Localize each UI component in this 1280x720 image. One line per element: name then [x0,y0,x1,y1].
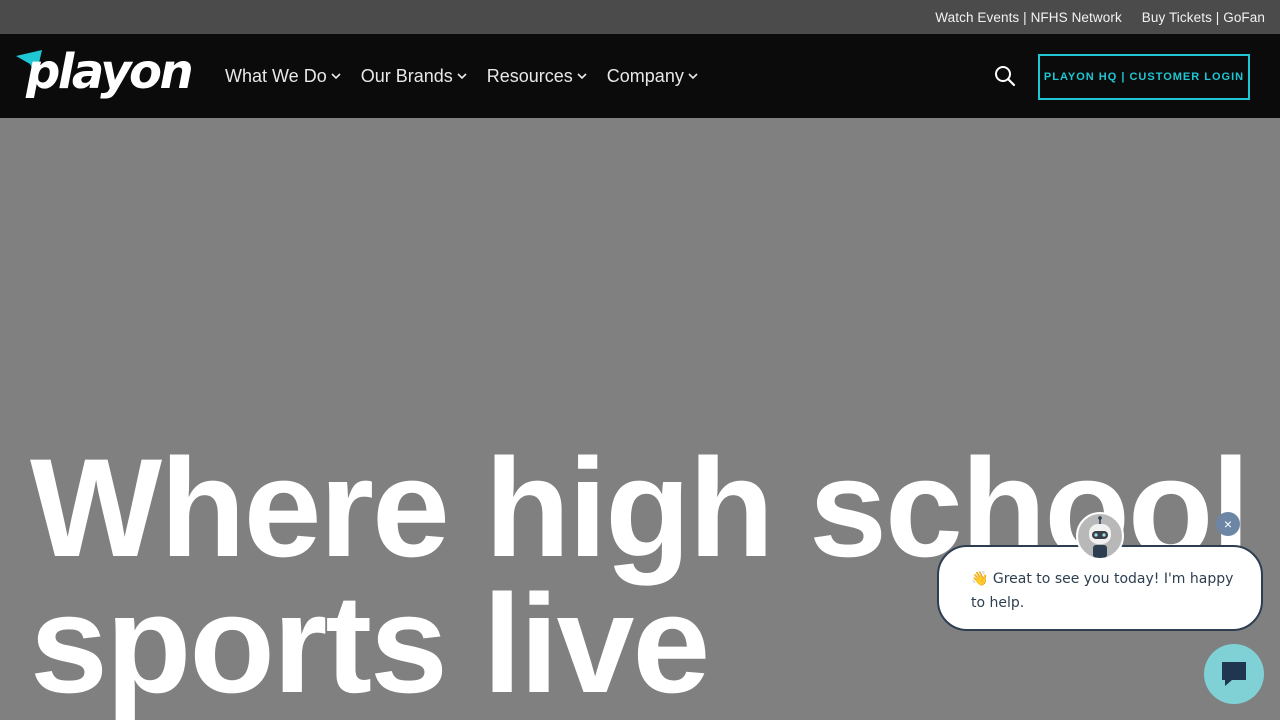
primary-menu: What We Do Our Brands Resources Company [225,34,718,118]
chat-launcher-button[interactable] [1204,644,1264,704]
chevron-down-icon [331,73,341,80]
bot-avatar [1076,512,1124,560]
menu-item-company[interactable]: Company [607,66,698,87]
chevron-down-icon [688,73,698,80]
chat-close-button[interactable]: × [1216,512,1240,536]
robot-icon [1089,516,1111,558]
menu-item-label: What We Do [225,65,327,86]
menu-item-label: Company [606,65,684,86]
logo-wordmark: playon [26,44,194,100]
search-icon[interactable] [994,65,1016,87]
buy-tickets-link[interactable]: Buy Tickets | GoFan [1142,10,1265,25]
menu-item-label: Resources [486,65,573,86]
chevron-down-icon [457,73,467,80]
chevron-down-icon [577,73,587,80]
utility-bar: Watch Events | NFHS Network Buy Tickets … [0,0,1280,34]
close-icon: × [1223,516,1233,532]
menu-item-our-brands[interactable]: Our Brands [361,66,467,87]
chat-icon [1222,662,1246,686]
menu-item-what-we-do[interactable]: What We Do [225,66,341,87]
watch-events-link[interactable]: Watch Events | NFHS Network [935,10,1122,25]
customer-login-button[interactable]: PLAYON HQ | CUSTOMER LOGIN [1038,54,1250,100]
menu-item-label: Our Brands [360,65,453,86]
menu-item-resources[interactable]: Resources [487,66,587,87]
playon-logo[interactable]: playon [16,44,194,104]
main-navigation: playon What We Do Our Brands Resources C… [0,34,1280,118]
